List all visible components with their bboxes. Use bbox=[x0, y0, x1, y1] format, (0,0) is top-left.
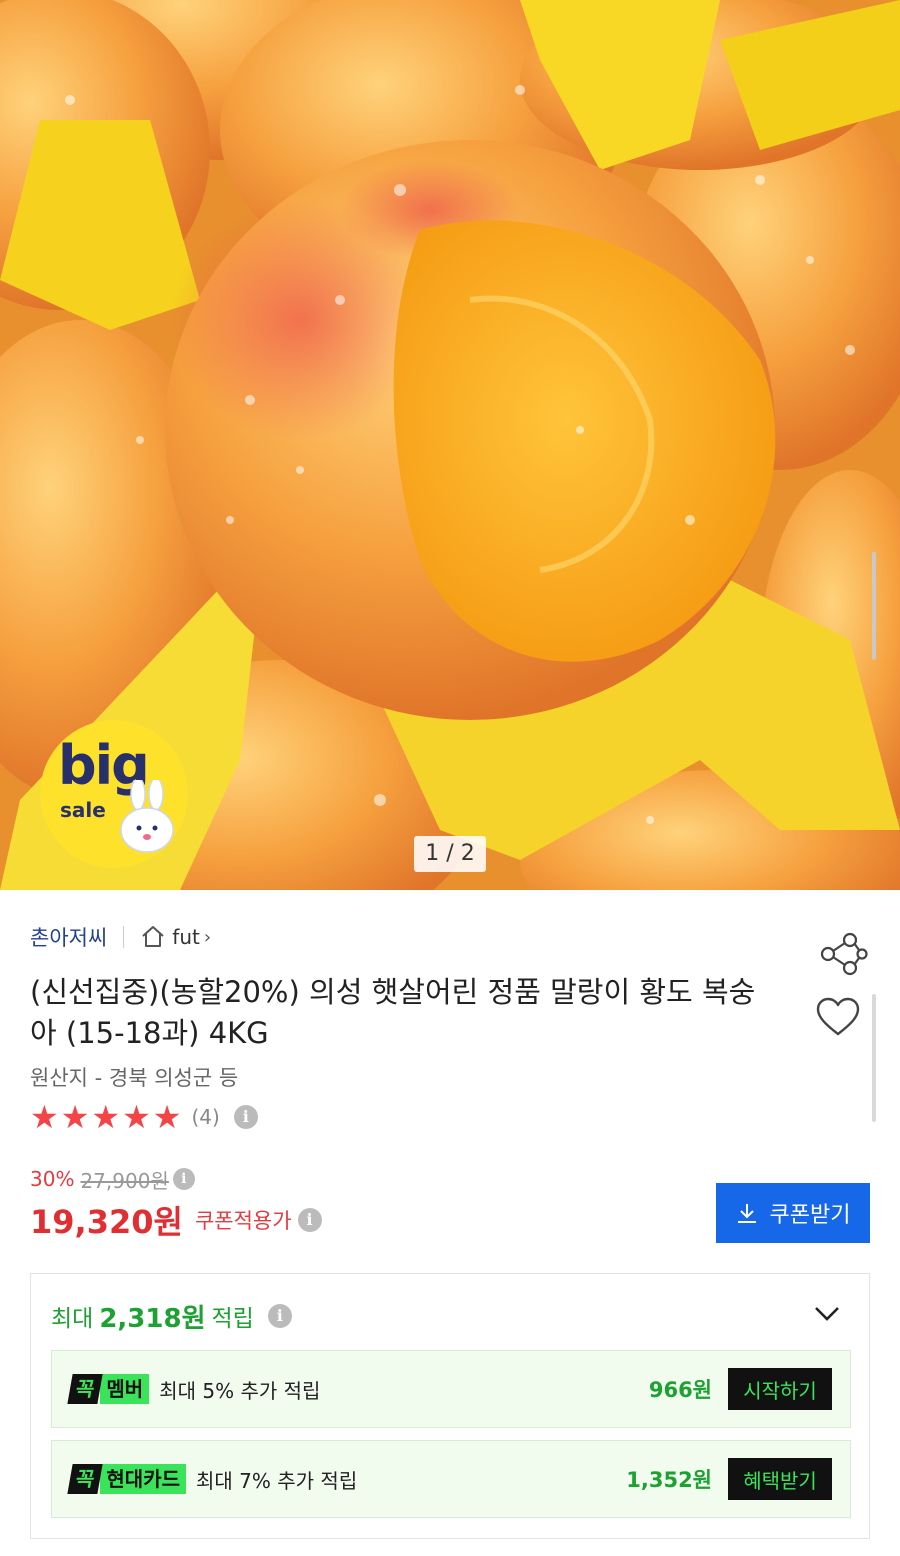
points-panel: 최대 2,318원 적립 i 꼭 멤버 최대 5% 추가 적립 966원 시작하… bbox=[30, 1273, 870, 1539]
chevron-right-icon: › bbox=[203, 926, 212, 948]
benefit-text: 최대 7% 추가 적립 bbox=[196, 1468, 358, 1493]
kkok-badge-label: 멤버 bbox=[100, 1374, 150, 1404]
kkok-member-badge: 꼭 멤버 bbox=[67, 1374, 150, 1404]
product-title: (신선집중)(농할20%) 의성 햇살어린 정품 말랑이 황도 복숭아 (15-… bbox=[30, 975, 756, 1050]
benefit-text: 최대 5% 추가 적립 bbox=[159, 1378, 321, 1403]
store-home-link[interactable]: fut › bbox=[140, 924, 211, 950]
kkok-mark: 꼭 bbox=[67, 1374, 104, 1404]
star-icon: ★ bbox=[91, 1098, 121, 1136]
share-icon[interactable] bbox=[816, 932, 868, 976]
big-sale-badge: big sale bbox=[40, 720, 188, 868]
price-row: 19,320원 쿠폰적용가 i bbox=[30, 1198, 322, 1242]
original-price: 27,900원 bbox=[80, 1168, 169, 1193]
page-scrollbar[interactable] bbox=[872, 994, 876, 1122]
rating-row[interactable]: ★ ★ ★ ★ ★ (4) i bbox=[30, 1098, 258, 1136]
heart-icon[interactable] bbox=[815, 996, 861, 1038]
kkok-badge-label: 현대카드 bbox=[100, 1464, 187, 1494]
download-icon bbox=[737, 1204, 756, 1223]
store-link-label: fut bbox=[172, 925, 200, 949]
product-image-gallery[interactable]: big sale 1 / 2 bbox=[0, 0, 900, 890]
kkok-mark: 꼭 bbox=[67, 1464, 104, 1494]
price-label: 쿠폰적용가 bbox=[194, 1209, 292, 1233]
star-icon: ★ bbox=[122, 1098, 151, 1136]
points-max-amount: 2,318원 bbox=[99, 1303, 206, 1334]
info-icon[interactable]: i bbox=[297, 1208, 322, 1232]
bunny-icon bbox=[120, 780, 174, 853]
get-card-benefit-button[interactable]: 혜택받기 bbox=[728, 1458, 832, 1500]
start-membership-button[interactable]: 시작하기 bbox=[728, 1368, 832, 1410]
gallery-scroll-indicator bbox=[872, 552, 876, 660]
member-benefit-row: 꼭 멤버 최대 5% 추가 적립 966원 시작하기 bbox=[51, 1350, 851, 1428]
divider bbox=[123, 926, 125, 948]
star-icon: ★ bbox=[60, 1098, 90, 1136]
discount-row: 30% 27,900원 i bbox=[30, 1164, 195, 1194]
info-icon[interactable]: i bbox=[172, 1168, 195, 1190]
discount-rate: 30% bbox=[30, 1167, 75, 1191]
seller-name-link[interactable]: 촌아저씨 bbox=[30, 922, 107, 952]
star-icon: ★ bbox=[152, 1098, 182, 1136]
star-icon: ★ bbox=[30, 1098, 59, 1136]
image-counter: 1 / 2 bbox=[414, 836, 486, 872]
seller-row: 촌아저씨 fut › bbox=[30, 920, 211, 954]
benefit-amount: 1,352원 bbox=[626, 1468, 712, 1492]
points-header[interactable]: 최대 2,318원 적립 i bbox=[51, 1296, 292, 1336]
home-icon bbox=[142, 926, 164, 947]
sale-badge-text: sale bbox=[60, 798, 106, 822]
coupon-button-label: 쿠폰받기 bbox=[769, 1202, 851, 1227]
points-max-label: 최대 bbox=[51, 1306, 94, 1332]
product-origin: 원산지 - 경북 의성군 등 bbox=[30, 1066, 239, 1090]
review-count[interactable]: (4) bbox=[191, 1105, 219, 1129]
sale-price: 19,320원 bbox=[30, 1203, 183, 1241]
coupon-download-button[interactable]: 쿠폰받기 bbox=[716, 1183, 870, 1243]
chevron-down-icon[interactable] bbox=[813, 1304, 841, 1324]
points-suffix: 적립 bbox=[211, 1306, 254, 1332]
card-benefit-row: 꼭 현대카드 최대 7% 추가 적립 1,352원 혜택받기 bbox=[51, 1440, 851, 1518]
info-icon[interactable]: i bbox=[233, 1105, 258, 1129]
star-rating: ★ ★ ★ ★ ★ bbox=[30, 1101, 183, 1133]
info-icon[interactable]: i bbox=[267, 1304, 292, 1328]
kkok-card-badge: 꼭 현대카드 bbox=[67, 1464, 187, 1494]
benefit-amount: 966원 bbox=[648, 1378, 712, 1402]
